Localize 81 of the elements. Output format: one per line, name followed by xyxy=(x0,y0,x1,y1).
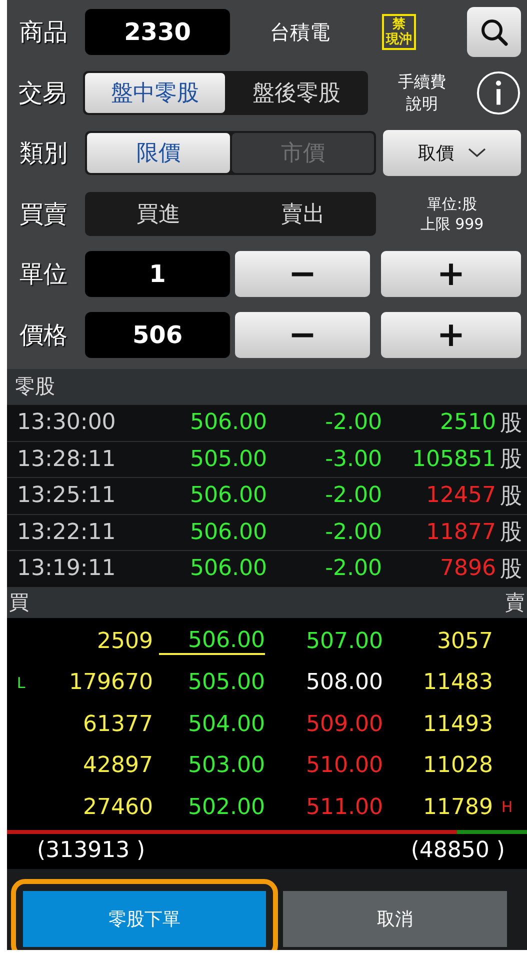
field-label: 價格 xyxy=(18,320,68,351)
place-order-button[interactable]: 零股下單 xyxy=(23,891,266,947)
trade-type-tab[interactable]: 盤中零股 xyxy=(85,72,225,113)
bid-header: 買 xyxy=(9,588,29,616)
stock-code-field[interactable]: 2330 xyxy=(85,9,230,56)
bid-quantity: 179670 xyxy=(68,670,153,696)
bid-price: 504.00 xyxy=(187,712,265,737)
trade-price: 505.00 xyxy=(189,446,267,472)
bid-quantity: 27460 xyxy=(82,794,153,820)
field-label: 交易 xyxy=(18,78,68,109)
decrease-button[interactable]: − xyxy=(235,312,370,358)
increase-button[interactable]: + xyxy=(381,251,521,298)
unit-limit-note: 單位:股 上限 999 xyxy=(419,194,485,234)
bid-price: 505.00 xyxy=(187,670,265,696)
bid-price: 503.00 xyxy=(187,753,265,778)
price-change: -2.00 xyxy=(324,556,382,582)
volume-unit: 股 xyxy=(500,519,522,548)
trade-price: 506.00 xyxy=(189,483,267,508)
cancel-button[interactable]: 取消 xyxy=(283,891,507,947)
info-icon[interactable] xyxy=(476,70,521,116)
ask-price: 510.00 xyxy=(305,753,383,778)
volume-unit: 股 xyxy=(500,410,522,438)
bid-quantity: 2509 xyxy=(96,628,153,654)
field-label: 單位 xyxy=(18,259,68,290)
trade-volume: 12457 xyxy=(425,483,496,508)
field-label: 買賣 xyxy=(18,198,68,230)
ask-quantity: 11028 xyxy=(422,753,493,778)
bid-price: 506.00 xyxy=(159,628,265,655)
increase-button[interactable]: + xyxy=(381,312,521,358)
ask-quantity: 3057 xyxy=(436,628,493,654)
trade-volume: 2510 xyxy=(439,410,496,436)
ask-price: 508.00 xyxy=(305,670,383,696)
volume-unit: 股 xyxy=(500,446,522,474)
volume-unit: 股 xyxy=(500,556,522,584)
quantity-field[interactable]: 1 xyxy=(85,251,230,298)
ask-quantity: 11483 xyxy=(422,670,493,696)
buy-sell-tab[interactable]: 賣出 xyxy=(232,194,374,234)
section-title: 零股 xyxy=(15,374,55,398)
bid-price: 502.00 xyxy=(187,794,265,820)
ask-price: 507.00 xyxy=(305,628,383,654)
field-label: 商品 xyxy=(18,17,68,48)
buy-sell-tab[interactable]: 買進 xyxy=(87,194,230,234)
bid-quantity: 42897 xyxy=(82,753,153,778)
price-change: -3.00 xyxy=(324,446,382,472)
price-change: -2.00 xyxy=(324,410,382,436)
trade-type-tab[interactable]: 盤後零股 xyxy=(226,72,366,113)
ask-price: 511.00 xyxy=(305,794,383,820)
ask-price: 509.00 xyxy=(305,712,383,737)
price-change: -2.00 xyxy=(324,520,382,545)
trade-time: 13:19:11 xyxy=(17,556,117,582)
high-marker: H xyxy=(501,798,513,816)
day-trade-badge: 禁 現沖 xyxy=(382,14,416,50)
trade-volume: 7896 xyxy=(439,556,496,582)
low-marker: L xyxy=(16,674,26,692)
trade-volume: 105851 xyxy=(411,446,496,472)
bid-total: (313913 ) xyxy=(37,838,146,863)
ask-header: 賣 xyxy=(505,588,525,616)
chevron-down-icon xyxy=(468,148,486,158)
order-type-tab[interactable]: 限價 xyxy=(87,133,230,174)
trade-time: 13:30:00 xyxy=(17,410,117,436)
ask-total: (48850 ) xyxy=(410,838,505,863)
trade-time: 13:28:11 xyxy=(17,446,117,472)
search-icon xyxy=(479,17,509,48)
trade-volume: 11877 xyxy=(425,520,496,545)
field-label: 類別 xyxy=(18,138,68,170)
quantity-field[interactable]: 506 xyxy=(85,312,230,358)
volume-unit: 股 xyxy=(500,482,522,511)
search-button[interactable] xyxy=(467,7,521,58)
decrease-button[interactable]: − xyxy=(235,251,370,298)
trade-time: 13:22:11 xyxy=(17,520,117,545)
ask-quantity: 11493 xyxy=(422,712,493,737)
bid-quantity: 61377 xyxy=(82,712,153,737)
trade-price: 506.00 xyxy=(189,556,267,582)
trade-time: 13:25:11 xyxy=(17,483,117,508)
price-dropdown[interactable]: 取價 xyxy=(383,130,521,176)
price-change: -2.00 xyxy=(324,483,382,508)
trade-price: 506.00 xyxy=(189,520,267,545)
stock-name: 台積電 xyxy=(269,18,331,46)
trade-price: 506.00 xyxy=(189,410,267,436)
ask-quantity: 11789 xyxy=(422,794,493,820)
fee-info-link[interactable]: 手續費 說明 xyxy=(373,70,471,115)
